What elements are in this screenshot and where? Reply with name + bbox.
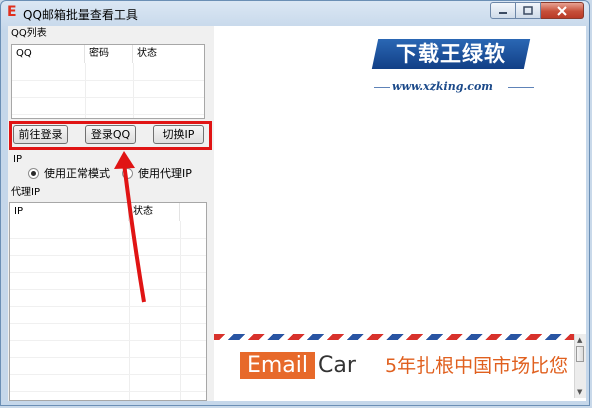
red-arrow-icon — [114, 151, 146, 303]
main-window: E QQ邮箱批量查看工具 QQ列表 QQ 密码 状态 前往登录 登录QQ 切换I… — [0, 0, 590, 406]
